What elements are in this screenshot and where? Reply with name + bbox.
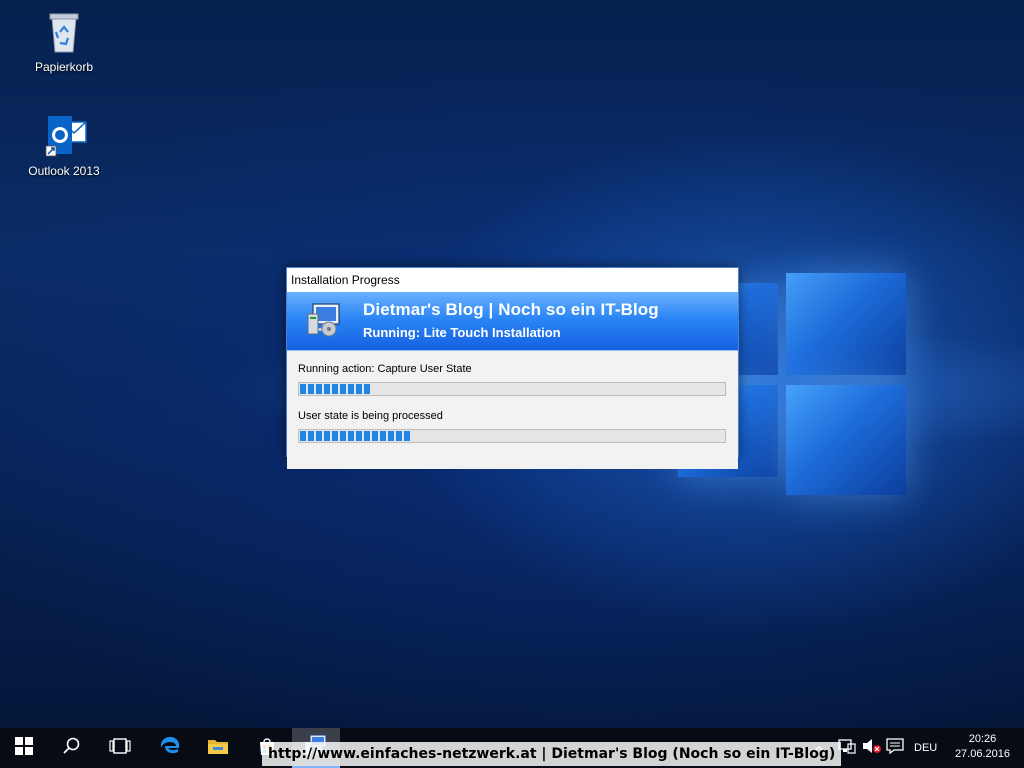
state-progress-bar [298, 429, 726, 443]
file-explorer-taskbar-button[interactable] [194, 728, 242, 768]
state-progress-fill [300, 431, 411, 441]
deployment-computer-icon [307, 302, 343, 338]
clock[interactable]: 20:26 27.06.2016 [955, 732, 1010, 762]
action-progress-bar [298, 382, 726, 396]
action-progress-fill [300, 384, 372, 394]
task-view-button[interactable] [96, 728, 144, 768]
notifications-icon [886, 738, 904, 758]
desktop-icon-label: Papierkorb [34, 60, 94, 74]
dialog-header-banner: Dietmar's Blog | Noch so ein IT-Blog Run… [287, 292, 738, 350]
dialog-title-bar[interactable]: Installation Progress [287, 268, 738, 292]
start-button[interactable] [0, 728, 48, 768]
outlook-icon [40, 112, 88, 160]
edge-taskbar-button[interactable] [146, 728, 194, 768]
desktop-icon-label: Outlook 2013 [28, 164, 100, 178]
desktop-icon-outlook[interactable]: Outlook 2013 [24, 112, 104, 178]
input-language-indicator[interactable]: DEU [914, 728, 937, 768]
blog-url-banner: http://www.einfaches-netzwerk.at | Dietm… [262, 742, 842, 766]
volume-tray-button[interactable] [862, 728, 882, 768]
task-view-icon [109, 737, 131, 759]
search-icon [63, 737, 81, 759]
search-button[interactable] [48, 728, 96, 768]
file-explorer-icon [207, 737, 229, 759]
desktop-icon-recycle-bin[interactable]: Papierkorb [24, 8, 104, 74]
state-status-label: User state is being processed [298, 410, 443, 422]
action-center-button[interactable] [886, 728, 904, 768]
start-icon [15, 737, 33, 759]
edge-icon [159, 735, 181, 761]
logo-pane [786, 273, 906, 375]
clock-date: 27.06.2016 [954, 748, 1010, 760]
dialog-header-subtitle: Running: Lite Touch Installation [363, 325, 561, 340]
recycle-bin-icon [40, 8, 88, 56]
dialog-header-title: Dietmar's Blog | Noch so ein IT-Blog [363, 300, 659, 319]
volume-muted-icon [862, 738, 882, 758]
dialog-body: Running action: Capture User State User … [287, 350, 738, 469]
logo-pane [786, 385, 906, 495]
current-action-label: Running action: Capture User State [298, 363, 472, 375]
clock-time: 20:26 [968, 733, 997, 745]
installation-progress-dialog: Installation Progress Dietmar's Blog | N… [286, 267, 739, 469]
